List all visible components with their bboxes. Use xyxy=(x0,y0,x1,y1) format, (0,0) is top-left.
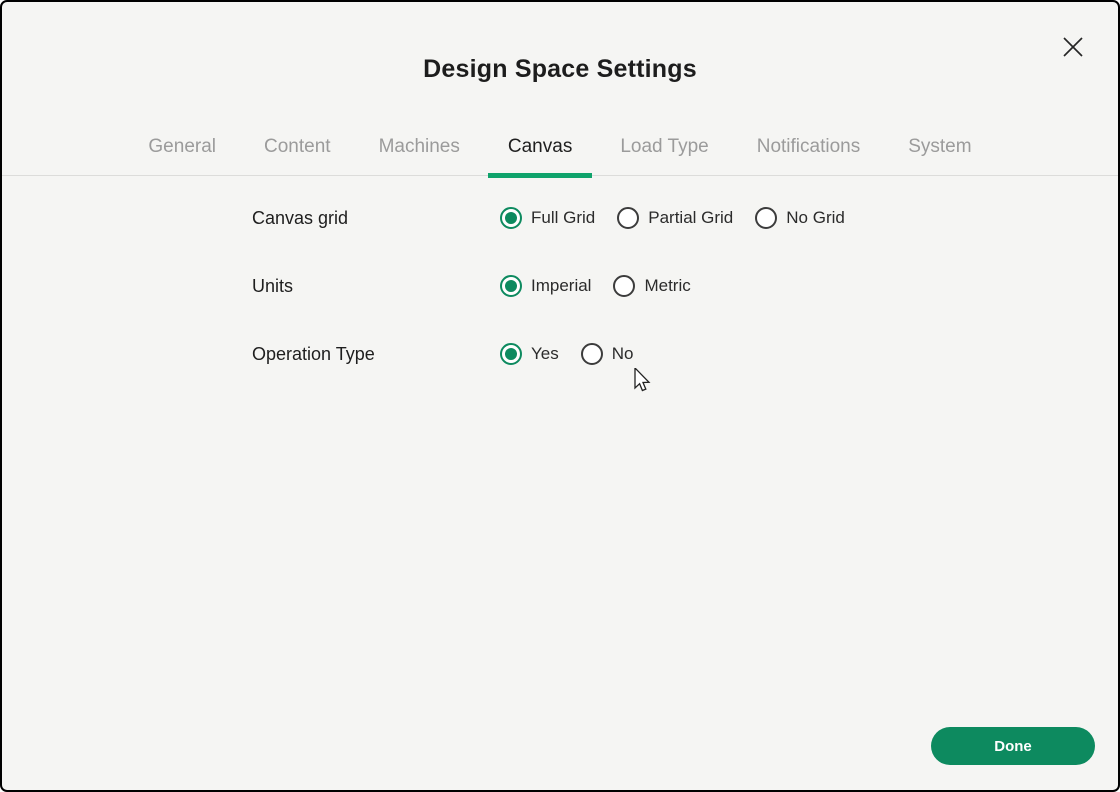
radio-group: Imperial Metric xyxy=(500,275,691,297)
setting-label: Units xyxy=(252,275,294,296)
setting-label: Canvas grid xyxy=(252,207,349,228)
close-button[interactable] xyxy=(1058,32,1088,62)
tab-bar: General Content Machines Canvas Load Type Not… xyxy=(2,124,1118,178)
tab-notifications[interactable]: Notifications xyxy=(737,124,881,175)
radio-unselected-icon xyxy=(755,207,778,229)
tab-system[interactable]: System xyxy=(888,124,991,175)
tab-canvas[interactable]: Canvas xyxy=(487,124,593,178)
radio-option[interactable]: Metric xyxy=(613,275,691,297)
radio-selected-icon xyxy=(500,343,522,365)
setting-row: Canvas grid Full Grid Partial Grid No Grid xyxy=(252,184,1118,252)
radio-option[interactable]: No xyxy=(580,343,634,365)
setting-label: Operation Type xyxy=(252,343,375,364)
design-space-settings-dialog: Design Space Settings General Content Mach… xyxy=(0,0,1120,792)
radio-option-label: Imperial xyxy=(531,276,592,295)
settings-list: Canvas grid Full Grid Partial Grid No Grid U… xyxy=(2,176,1118,388)
radio-selected-icon xyxy=(500,207,522,229)
radio-option-label: Partial Grid xyxy=(648,208,734,227)
tab-machines[interactable]: Machines xyxy=(359,124,480,175)
radio-option[interactable]: Yes xyxy=(500,343,559,365)
close-icon xyxy=(1063,37,1083,57)
tab-load-type[interactable]: Load Type xyxy=(600,124,728,175)
radio-selected-icon xyxy=(500,275,522,297)
radio-unselected-icon xyxy=(580,343,603,365)
setting-row: Units Imperial Metric xyxy=(252,252,1118,320)
radio-option-label: No xyxy=(611,344,634,363)
radio-option-label: No Grid xyxy=(786,208,845,227)
radio-option[interactable]: Full Grid xyxy=(500,207,595,229)
radio-group: Full Grid Partial Grid No Grid xyxy=(500,207,845,229)
radio-unselected-icon xyxy=(613,275,636,297)
radio-option[interactable]: Imperial xyxy=(500,275,591,297)
radio-option[interactable]: Partial Grid xyxy=(617,207,733,229)
tab-content[interactable]: Content xyxy=(244,124,351,175)
radio-unselected-icon xyxy=(617,207,640,229)
done-button[interactable]: Done xyxy=(931,727,1095,765)
dialog-title: Design Space Settings xyxy=(423,55,697,83)
radio-group: Yes No xyxy=(500,343,633,365)
radio-option-label: Metric xyxy=(644,276,691,295)
setting-row: Operation Type Yes No xyxy=(252,320,1118,388)
radio-option[interactable]: No Grid xyxy=(755,207,845,229)
radio-option-label: Yes xyxy=(531,344,559,363)
radio-option-label: Full Grid xyxy=(531,208,596,227)
tab-general[interactable]: General xyxy=(128,124,236,175)
